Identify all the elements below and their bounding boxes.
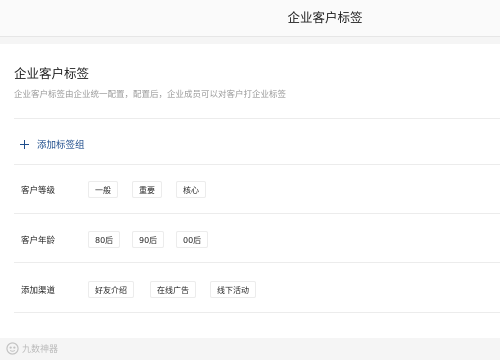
tag-group-label: 客户等级	[21, 186, 56, 196]
tag-chip[interactable]: 90后	[132, 231, 165, 248]
top-bar: 企业客户标签	[0, 0, 500, 37]
divider	[14, 262, 500, 263]
tag-chip[interactable]: 重要	[132, 181, 162, 198]
tag-chip[interactable]: 在线广告	[150, 281, 196, 298]
watermark-logo-icon	[6, 341, 19, 355]
tag-chip[interactable]: 好友介绍	[88, 281, 134, 298]
tag-chip[interactable]: 80后	[88, 231, 121, 248]
divider	[14, 118, 500, 119]
divider	[14, 312, 500, 313]
add-tag-group-button[interactable]: 添加标签组	[20, 136, 85, 152]
tag-chip[interactable]: 核心	[176, 181, 206, 198]
tag-group-label: 客户年龄	[21, 236, 56, 246]
watermark-text: 九数神器	[22, 344, 59, 355]
plus-icon	[20, 139, 29, 149]
divider	[14, 164, 500, 165]
tag-chip[interactable]: 一般	[88, 181, 118, 198]
tag-settings-panel: 企业客户标签 企业客户标签由企业统一配置，配置后，企业成员可以对客户打企业标签 …	[0, 44, 500, 338]
divider	[14, 213, 500, 214]
page-title: 企业客户标签	[287, 10, 363, 25]
section-title: 企业客户标签	[14, 66, 90, 81]
tag-group-row: 添加渠道 好友介绍 在线广告 线下活动	[0, 281, 500, 301]
tag-group-label: 添加渠道	[21, 286, 56, 296]
tag-group-row: 客户等级 一般 重要 核心	[0, 181, 500, 201]
tag-chip[interactable]: 线下活动	[210, 281, 256, 298]
watermark: 九数神器	[6, 340, 58, 356]
tag-chip[interactable]: 00后	[176, 231, 209, 248]
add-tag-group-label: 添加标签组	[37, 140, 85, 151]
tag-group-row: 客户年龄 80后 90后 00后	[0, 231, 500, 251]
section-description: 企业客户标签由企业统一配置，配置后，企业成员可以对客户打企业标签	[14, 90, 287, 100]
